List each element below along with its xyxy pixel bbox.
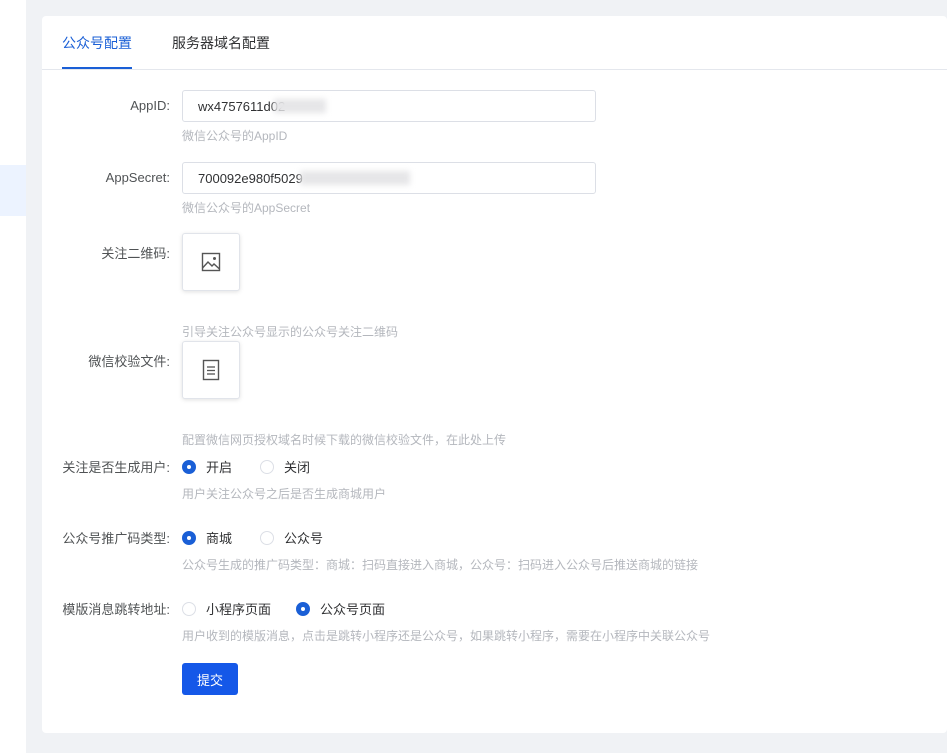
appsecret-label: AppSecret: (105, 170, 170, 185)
create-user-hint: 用户关注公众号之后是否生成商城用户 (182, 487, 387, 501)
radio-checked-icon[interactable] (296, 601, 310, 616)
radio-label: 关闭 (284, 460, 311, 475)
create-user-option-off[interactable]: 关闭 (260, 457, 310, 476)
tab-server-domain-config[interactable]: 服务器域名配置 (172, 16, 270, 70)
radio-unchecked-icon[interactable] (260, 459, 274, 474)
template-jump-option-miniprogram[interactable]: 小程序页面 (182, 599, 271, 618)
promo-code-option-account[interactable]: 公众号 (260, 528, 323, 547)
settings-card: 公众号配置 服务器域名配置 AppID: 微信公众号的AppID AppSecr… (42, 16, 947, 733)
template-jump-option-account-page[interactable]: 公众号页面 (296, 599, 385, 618)
sidebar (0, 0, 26, 753)
tab-bar: 公众号配置 服务器域名配置 (42, 16, 947, 70)
template-jump-hint: 用户收到的模版消息，点击是跳转小程序还是公众号，如果跳转小程序，需要在小程序中关… (182, 629, 711, 643)
radio-label: 小程序页面 (206, 602, 272, 617)
verify-file-hint: 配置微信网页授权域名时候下载的微信校验文件，在此处上传 (182, 433, 507, 447)
document-icon (202, 359, 220, 381)
radio-label: 公众号 (284, 531, 324, 546)
radio-label: 公众号页面 (320, 602, 386, 617)
radio-checked-icon[interactable] (182, 530, 196, 545)
verify-file-label: 微信校验文件: (88, 354, 170, 369)
qrcode-hint: 引导关注公众号显示的公众号关注二维码 (182, 325, 399, 339)
radio-label: 商城 (206, 531, 233, 546)
qrcode-upload-button[interactable] (182, 233, 240, 291)
radio-label: 开启 (206, 460, 233, 475)
appid-hint: 微信公众号的AppID (182, 129, 288, 143)
sidebar-active-item[interactable] (0, 165, 26, 216)
radio-unchecked-icon[interactable] (182, 601, 196, 616)
appsecret-input[interactable] (182, 162, 596, 194)
create-user-option-on[interactable]: 开启 (182, 457, 232, 476)
promo-code-option-mall[interactable]: 商城 (182, 528, 232, 547)
submit-button[interactable]: 提交 (182, 663, 238, 695)
appid-label: AppID: (130, 98, 170, 113)
tab-official-account-config[interactable]: 公众号配置 (62, 16, 132, 70)
qrcode-label: 关注二维码: (101, 246, 170, 261)
template-jump-label: 模版消息跳转地址: (62, 602, 170, 617)
promo-code-type-label: 公众号推广码类型: (62, 531, 170, 546)
appsecret-hint: 微信公众号的AppSecret (182, 201, 311, 215)
promo-code-type-hint: 公众号生成的推广码类型：商城：扫码直接进入商城，公众号：扫码进入公众号后推送商城… (182, 558, 699, 572)
radio-unchecked-icon[interactable] (260, 530, 274, 545)
image-icon (201, 252, 221, 272)
radio-checked-icon[interactable] (182, 459, 196, 474)
create-user-label: 关注是否生成用户: (62, 460, 170, 475)
appid-input[interactable] (182, 90, 596, 122)
tab-active-indicator (62, 67, 132, 69)
verify-file-upload-button[interactable] (182, 341, 240, 399)
